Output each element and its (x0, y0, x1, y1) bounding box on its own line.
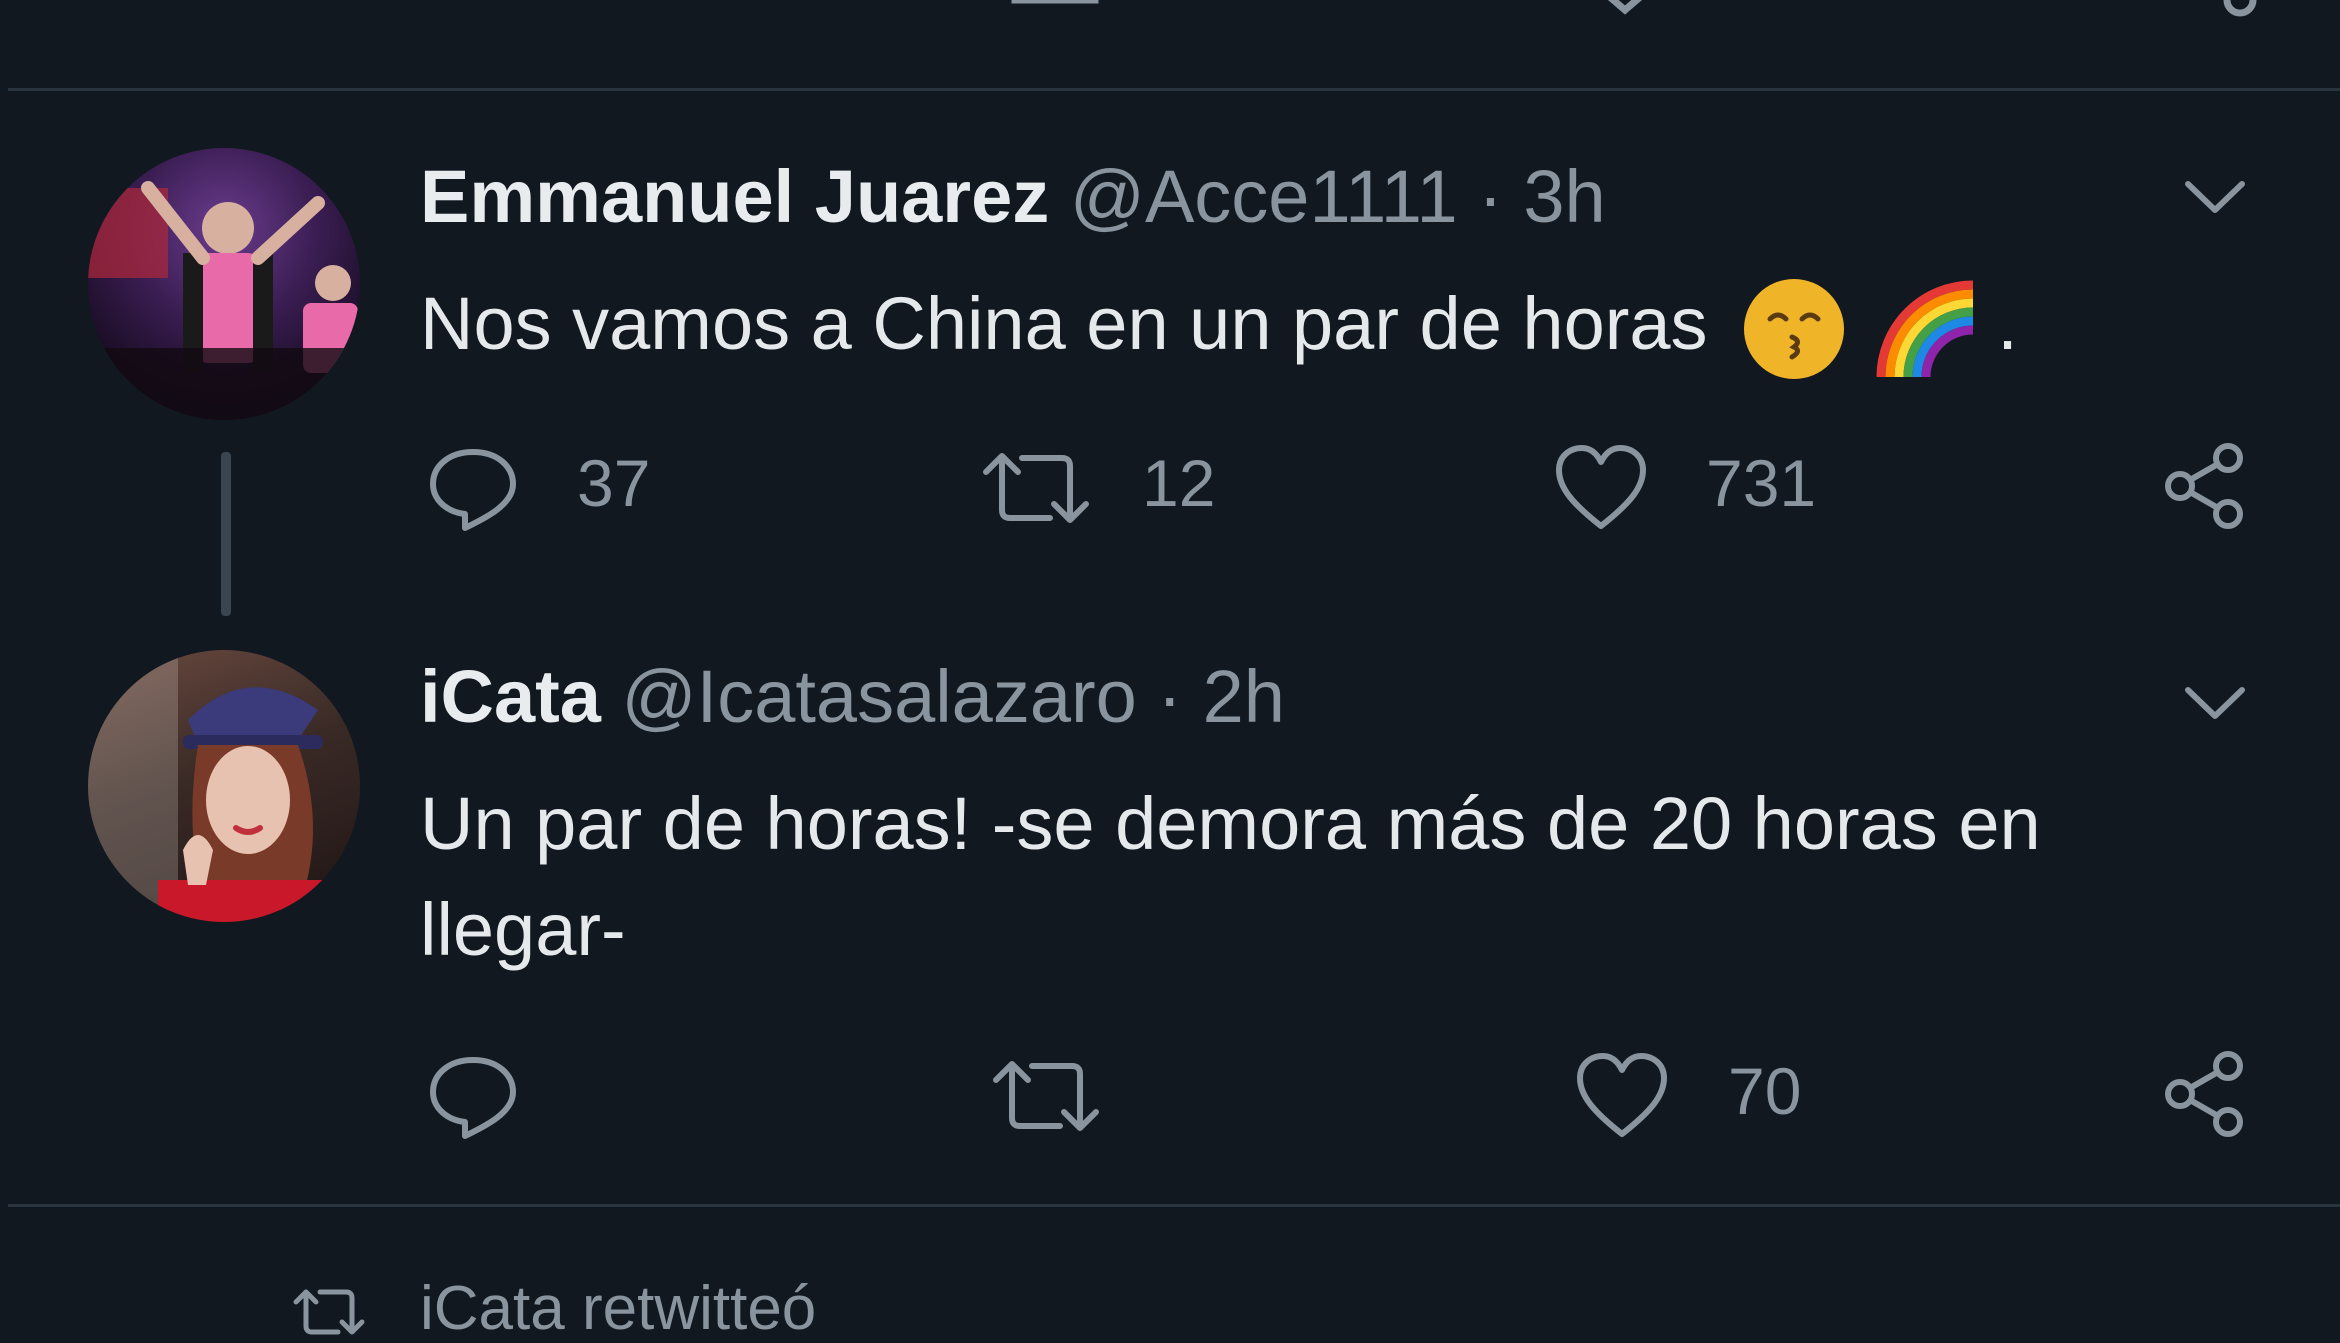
share-icon[interactable] (2158, 440, 2250, 532)
chevron-down-icon[interactable] (2180, 172, 2250, 222)
retweet-icon (292, 1284, 366, 1340)
tweet-text-trailing: . (1997, 282, 2018, 365)
timestamp[interactable]: 3h (1523, 155, 1605, 238)
chevron-down-icon[interactable] (2180, 678, 2250, 728)
tweet-header: iCata @Icatasalazaro · 2h (420, 660, 1285, 734)
share-icon[interactable] (2158, 1048, 2250, 1140)
like-icon[interactable] (1574, 1050, 1670, 1142)
prev-like-icon[interactable] (1575, 0, 1675, 20)
divider-bottom (8, 1204, 2340, 1207)
avatar-photo-2 (88, 650, 338, 922)
retweet-icon[interactable] (990, 1054, 1102, 1138)
display-name[interactable]: Emmanuel Juarez (420, 155, 1049, 238)
like-icon[interactable] (1553, 442, 1649, 534)
tweet-header: Emmanuel Juarez @Acce1111 · 3h (420, 160, 1606, 234)
tweet-text: Nos vamos a China en un par de horas . (420, 270, 2018, 381)
like-count: 731 (1706, 446, 1817, 520)
avatar[interactable] (88, 650, 360, 922)
tweet-text-line-2: llegar- (420, 888, 626, 971)
separator-dot: · (1478, 155, 1503, 238)
prev-share-icon[interactable] (2210, 0, 2270, 30)
reply-icon[interactable] (425, 1052, 521, 1142)
rainbow-emoji (1873, 277, 1977, 381)
tweet-text-content: Nos vamos a China en un par de horas (420, 282, 1708, 365)
timestamp[interactable]: 2h (1203, 655, 1285, 738)
retweet-count: 12 (1142, 446, 1216, 520)
retweet-icon[interactable] (980, 446, 1092, 530)
separator-dot: · (1157, 655, 1182, 738)
retweeted-by-label[interactable]: iCata retwitteó (420, 1278, 816, 1340)
kissing-face-emoji (1742, 277, 1846, 381)
divider-top (8, 88, 2340, 91)
prev-reply-icon[interactable] (440, 0, 530, 20)
like-count: 70 (1728, 1054, 1802, 1128)
reply-count: 37 (577, 446, 651, 520)
tweet-text-line-1: Un par de horas! -se demora más de 20 ho… (420, 782, 2041, 865)
reply-icon[interactable] (425, 444, 521, 534)
user-handle[interactable]: @Acce1111 (1070, 155, 1458, 238)
avatar[interactable] (88, 148, 360, 420)
user-handle[interactable]: @Icatasalazaro (622, 655, 1137, 738)
thread-connector (221, 452, 231, 616)
prev-retweet-icon[interactable] (1000, 0, 1110, 20)
display-name[interactable]: iCata (420, 655, 601, 738)
avatar-photo-1 (88, 181, 360, 420)
